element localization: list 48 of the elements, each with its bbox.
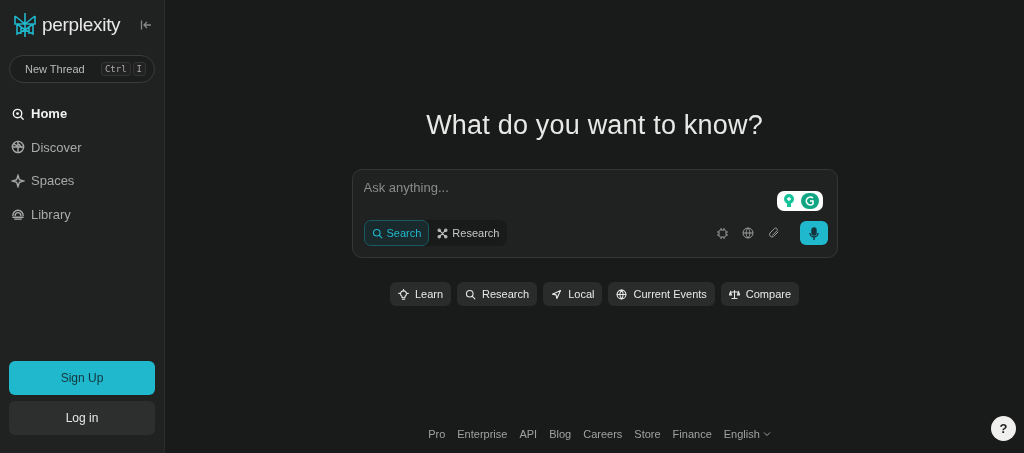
search-icon (11, 106, 25, 121)
footer-link[interactable]: Careers (583, 428, 623, 440)
keyboard-key: I (132, 62, 146, 76)
chevron-down-icon (762, 431, 771, 437)
library-icon (11, 207, 25, 222)
logo-text: perplexity (42, 14, 121, 36)
keyboard-key: Ctrl (100, 62, 131, 76)
language-selector[interactable]: English (723, 428, 771, 440)
location-arrow-icon (551, 288, 563, 300)
footer-link[interactable]: Store (634, 428, 661, 440)
scale-icon (728, 288, 740, 300)
nav-item[interactable]: Library (9, 197, 155, 231)
globe-icon (11, 140, 25, 155)
nav-item[interactable]: Home (9, 97, 155, 131)
collapse-sidebar-icon[interactable] (140, 19, 152, 31)
chip-icon[interactable] (716, 227, 728, 239)
footer-link[interactable]: Enterprise (457, 428, 508, 440)
globe-icon (616, 288, 628, 300)
search-icon (371, 227, 383, 239)
footer-link[interactable]: Blog (549, 428, 572, 440)
globe-icon[interactable] (741, 227, 754, 239)
lightbulb-icon (397, 288, 409, 300)
mode-tab[interactable]: Search (363, 220, 430, 246)
g-logo-icon[interactable] (800, 193, 819, 209)
help-button[interactable]: ? (991, 416, 1016, 441)
suggestion-button[interactable]: Research (457, 282, 538, 306)
research-icon (437, 227, 449, 239)
page-heading: What do you want to know? (426, 110, 763, 141)
search-icon (465, 288, 477, 300)
paperclip-icon[interactable] (767, 227, 780, 239)
logo-icon (12, 12, 38, 38)
nav-item[interactable]: Spaces (9, 164, 155, 198)
suggestion-button[interactable]: Compare (720, 282, 800, 306)
sparkle-icon (11, 173, 25, 188)
ask-field[interactable]: Ask anything... Search Research (351, 169, 838, 258)
microphone-button[interactable] (799, 221, 828, 245)
new-thread-button[interactable]: New Thread Ctrl I (9, 55, 155, 83)
microphone-icon (808, 226, 819, 240)
suggestion-button[interactable]: Learn (389, 282, 452, 306)
footer-link[interactable]: Pro (428, 428, 446, 440)
suggestion-button[interactable]: Current Events (608, 282, 715, 306)
log-in-button[interactable]: Log in (9, 401, 155, 435)
sign-up-button[interactable]: Sign Up (9, 361, 155, 395)
suggestion-button[interactable]: Local (543, 282, 603, 306)
nav-item[interactable]: Discover (9, 130, 155, 164)
footer-link[interactable]: API (519, 428, 538, 440)
footer-link[interactable]: Finance (672, 428, 712, 440)
mode-tab[interactable]: Research (429, 220, 508, 246)
